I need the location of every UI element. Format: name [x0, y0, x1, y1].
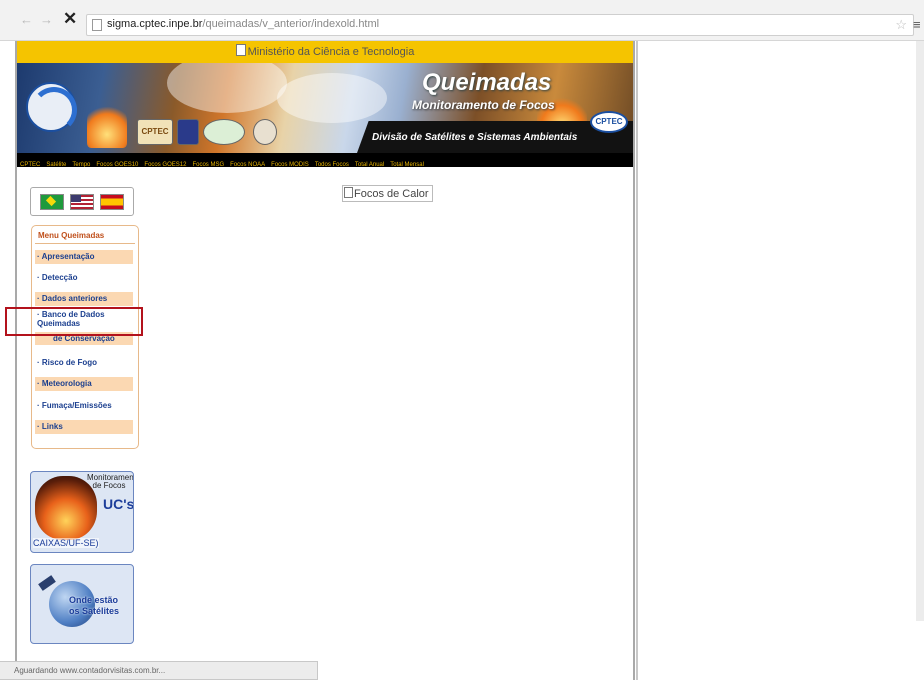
menu-item-links[interactable]: · Links [35, 420, 133, 434]
banner-subtitle: Monitoramento de Focos [412, 98, 555, 112]
header-banner: CPTEC Queimadas Monitoramento de Focos D… [17, 63, 633, 153]
menu-item-meteorologia[interactable]: · Meteorologia [35, 377, 133, 391]
focos-de-calor-image[interactable]: Focos de Calor [342, 185, 433, 202]
smoke-shape [167, 63, 287, 113]
partner-logo[interactable] [177, 119, 199, 145]
cptec-logo[interactable]: CPTEC [590, 111, 628, 133]
division-label: Divisão de Satélites e Sistemas Ambienta… [372, 132, 578, 143]
status-bar: Aguardando www.contadorvisitas.com.br... [0, 661, 318, 680]
menu-divider [35, 243, 135, 244]
smoke-shape [277, 73, 387, 123]
topnav-link[interactable]: Tempo [72, 162, 90, 167]
usa-flag-icon[interactable] [70, 194, 94, 210]
page-icon [92, 19, 102, 31]
menu-queimadas: Menu Queimadas · Apresentação · Detecção… [31, 225, 139, 449]
frame-divider [636, 41, 638, 680]
top-navigation: CPTEC Satélite Tempo Focos GOES10 Focos GOES… [17, 153, 633, 167]
partner-logo[interactable] [253, 119, 277, 145]
brazil-flag-icon[interactable] [40, 194, 64, 210]
hamburger-menu-icon[interactable]: ≡ [913, 17, 921, 32]
topnav-link[interactable]: Satélite [46, 162, 66, 167]
onde-estao-satelites-banner[interactable]: Onde estão os Satélites [30, 564, 134, 644]
menu-item-risco-de-fogo[interactable]: · Risco de Fogo [35, 356, 133, 370]
panel-fire-line1: Monitoramento de Focos [87, 473, 134, 490]
panel-sat-text: Onde estão os Satélites [69, 595, 119, 617]
monitoramento-ucs-banner[interactable]: Monitoramento de Focos UC's CAIXAS/UF-SE… [30, 471, 134, 553]
banner-title: Queimadas [422, 69, 552, 96]
topnav-link[interactable]: Focos MODIS [271, 162, 309, 167]
scrollbar[interactable] [916, 41, 924, 621]
url-text[interactable]: sigma.cptec.inpe.br/queimadas/v_anterior… [107, 18, 379, 30]
topnav-link[interactable]: Focos MSG [192, 162, 224, 167]
panel-sat-line1: Onde estão [69, 595, 119, 605]
topnav-link[interactable]: Focos NOAA [230, 162, 265, 167]
bookmark-star-icon[interactable]: ☆ [895, 17, 907, 33]
menu-title: Menu Queimadas [38, 231, 105, 240]
topnav-link[interactable]: Focos GOES10 [96, 162, 138, 167]
inpe-logo-arc [31, 87, 77, 133]
panel-fire-line2: UC's [103, 496, 134, 512]
close-icon[interactable]: ✕ [63, 10, 77, 28]
menu-item-apresentacao[interactable]: · Apresentação [35, 250, 133, 264]
fire-shape [87, 103, 127, 148]
topnav-link[interactable]: CPTEC [20, 162, 40, 167]
language-flags [30, 187, 134, 216]
panel-sat-line2: os Satélites [69, 606, 120, 616]
annotation-highlight [5, 307, 143, 336]
topnav-link[interactable]: Total Mensal [390, 162, 424, 167]
browser-toolbar: ← → ✕ sigma.cptec.inpe.br/queimadas/v_an… [0, 0, 924, 41]
partner-logo[interactable] [203, 119, 245, 145]
menu-item-fumaca-emissoes[interactable]: · Fumaça/Emissões [35, 399, 133, 413]
partner-logo[interactable]: CPTEC [137, 119, 173, 145]
broken-image-icon [344, 187, 353, 198]
back-arrow-icon[interactable]: ← [20, 13, 33, 27]
page-frame: Ministério da Ciência e Tecnologia CPTEC… [5, 41, 635, 680]
topnav-link[interactable]: Todos Focos [315, 162, 349, 167]
address-bar[interactable]: sigma.cptec.inpe.br/queimadas/v_anterior… [86, 14, 914, 36]
topnav-link[interactable]: Total Anual [355, 162, 384, 167]
forward-arrow-icon[interactable]: → [40, 13, 53, 27]
menu-item-dados-anteriores[interactable]: · Dados anteriores [35, 292, 133, 306]
menu-item-deteccao[interactable]: · Detecção [35, 271, 133, 285]
focos-image-alt: Focos de Calor [354, 188, 429, 200]
url-path: /queimadas/v_anterior/indexold.html [202, 18, 380, 30]
spain-flag-icon[interactable] [100, 194, 124, 210]
ministry-label: Ministério da Ciência e Tecnologia [247, 46, 415, 58]
broken-image-icon [235, 44, 246, 56]
panel-fire-line3: CAIXAS/UF-SE) [33, 538, 99, 548]
topnav-link[interactable]: Focos GOES12 [144, 162, 186, 167]
url-host: sigma.cptec.inpe.br [107, 18, 203, 30]
ministry-bar: Ministério da Ciência e Tecnologia [17, 41, 633, 63]
